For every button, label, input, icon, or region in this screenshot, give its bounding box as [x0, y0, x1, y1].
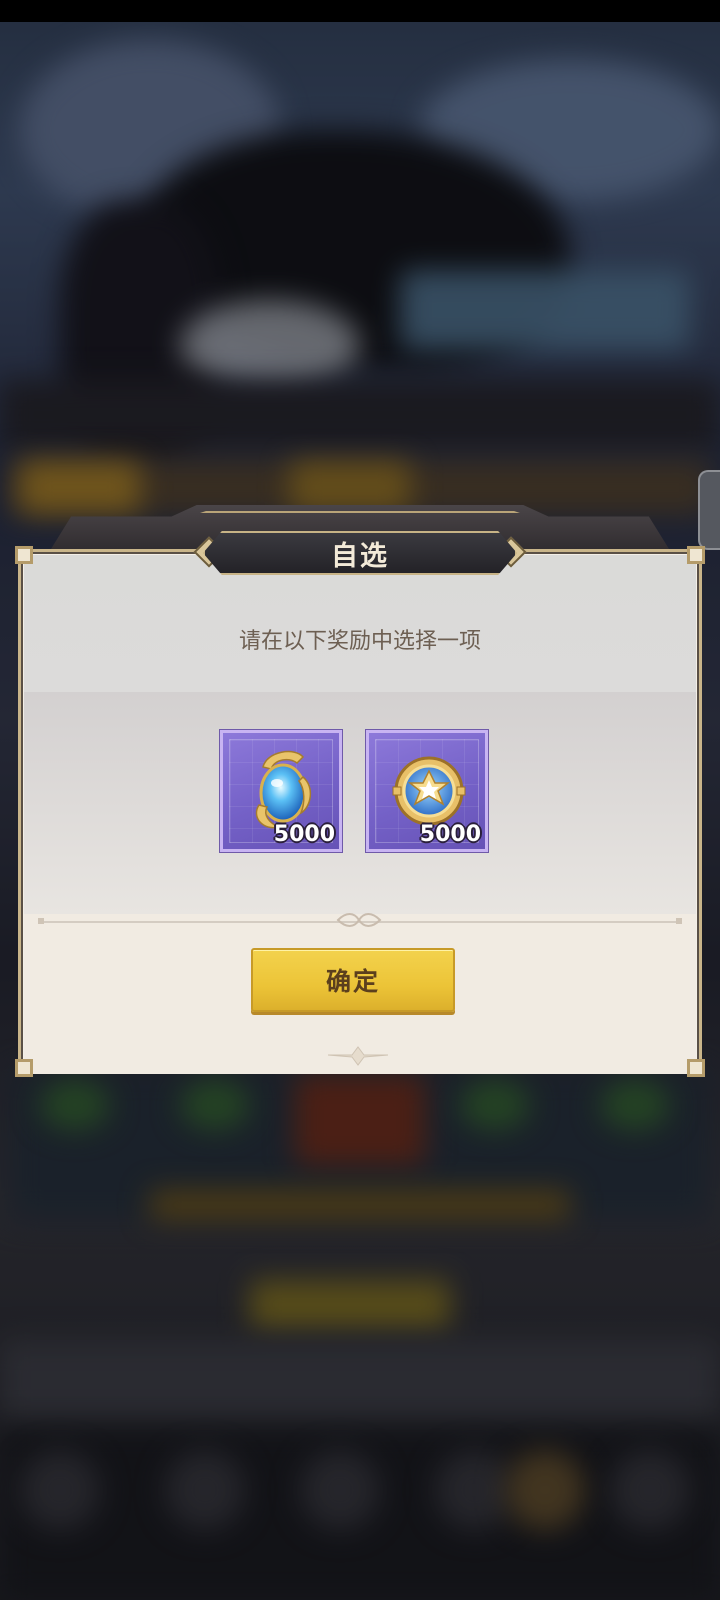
- corner-ornament: [15, 546, 33, 564]
- reward-count: 5000: [273, 822, 335, 847]
- corner-ornament: [687, 1059, 705, 1077]
- divider-ornament-icon: [336, 913, 382, 927]
- dialog-prompt: 请在以下奖励中选择一项: [238, 629, 481, 654]
- dialog-band: [24, 692, 696, 914]
- bottom-ornament-icon: [328, 1046, 388, 1066]
- divider-dot: [38, 918, 44, 924]
- dialog-title: 自选: [331, 540, 389, 572]
- divider-dot: [676, 918, 682, 924]
- reward-option-2[interactable]: 5000: [366, 730, 488, 852]
- status-bar: [0, 0, 720, 22]
- corner-ornament: [687, 546, 705, 564]
- corner-ornament: [15, 1059, 33, 1077]
- reward-option-1[interactable]: 5000: [220, 730, 342, 852]
- reward-select-dialog: 自选 请在以下奖励中选择一项 5000 5000 确定: [15, 505, 705, 1095]
- reward-count: 5000: [419, 822, 481, 847]
- confirm-button[interactable]: 确定: [251, 948, 455, 1012]
